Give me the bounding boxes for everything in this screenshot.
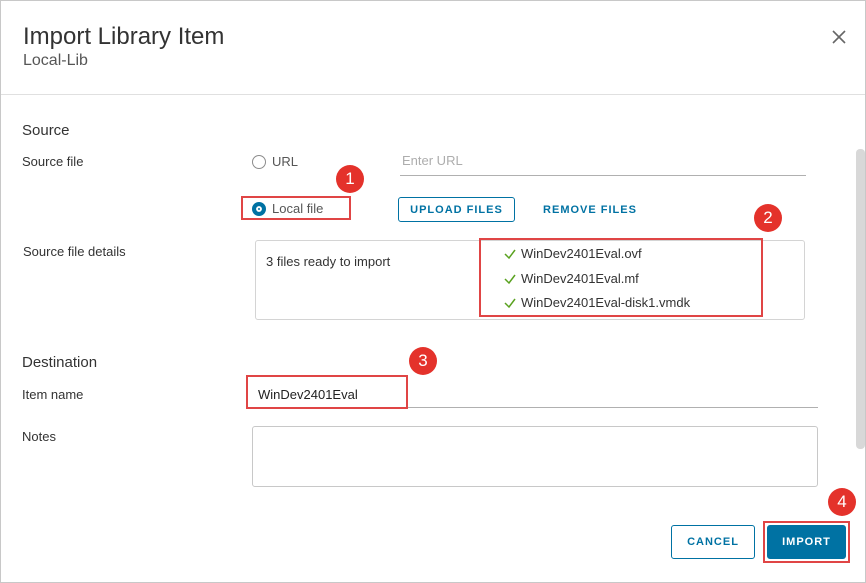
close-icon[interactable] <box>829 27 849 47</box>
dialog-subtitle: Local-Lib <box>23 52 88 69</box>
notes-label: Notes <box>22 429 56 444</box>
callout-box-2 <box>479 238 763 317</box>
dialog-header: Import Library Item Local-Lib <box>1 1 865 95</box>
callout-badge-3: 3 <box>409 347 437 375</box>
files-ready-text: 3 files ready to import <box>266 254 391 269</box>
callout-box-4 <box>763 521 850 563</box>
scrollbar[interactable] <box>856 149 865 449</box>
callout-badge-1: 1 <box>336 165 364 193</box>
dialog-title: Import Library Item <box>23 23 225 50</box>
remove-files-button[interactable]: REMOVE FILES <box>536 197 644 222</box>
url-input[interactable]: Enter URL <box>400 153 806 176</box>
url-radio[interactable] <box>252 154 266 169</box>
source-file-label: Source file <box>22 154 84 169</box>
callout-badge-2: 2 <box>754 204 782 232</box>
url-radio-label: URL <box>272 154 299 169</box>
callout-box-1 <box>241 196 351 220</box>
callout-box-3 <box>246 375 408 409</box>
destination-section-title: Destination <box>22 354 98 371</box>
notes-textarea[interactable] <box>252 426 818 487</box>
url-input-placeholder: Enter URL <box>402 153 463 168</box>
cancel-button[interactable]: CANCEL <box>671 525 755 559</box>
callout-badge-4: 4 <box>828 488 856 516</box>
source-section-title: Source <box>22 122 70 139</box>
source-file-details-label: Source file details <box>23 244 126 259</box>
import-library-item-dialog: Import Library Item Local-Lib Source Sou… <box>0 0 866 583</box>
url-radio-option[interactable]: URL <box>252 154 298 169</box>
upload-files-button[interactable]: UPLOAD FILES <box>398 197 515 222</box>
item-name-label: Item name <box>22 387 84 402</box>
